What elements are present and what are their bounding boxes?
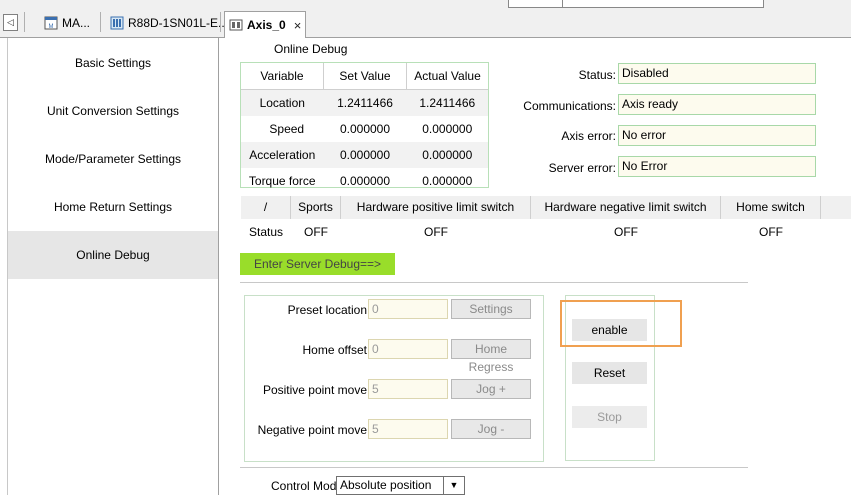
motion-app-icon: M (44, 16, 58, 30)
control-mode-label: Control Mode (271, 479, 344, 493)
sports-status: OFF (304, 225, 328, 239)
table-cell: Torque force (248, 174, 316, 188)
table-cell: 0.000000 (422, 174, 473, 188)
table-cell: Acceleration (241, 142, 324, 168)
sidebar-item-unit-conversion[interactable]: Unit Conversion Settings (8, 104, 218, 118)
highlight-box (560, 300, 682, 347)
tab-divider (220, 12, 221, 32)
positive-move-label: Positive point move (262, 383, 367, 397)
column-header: Hardware negative limit switch (531, 196, 721, 219)
column-header: Home switch (721, 196, 821, 219)
switch-status-grid: / Sports Hardware positive limit switch … (241, 196, 851, 244)
divider (240, 282, 748, 283)
table-row: Speed 0.000000 0.000000 (241, 116, 488, 142)
settings-button[interactable]: Settings (451, 299, 531, 319)
table-row: Location 1.2411466 1.2411466 (241, 89, 488, 116)
online-debug-title: Online Debug (274, 42, 348, 56)
toolbar-field[interactable] (562, 0, 764, 8)
divider (240, 467, 748, 468)
row-header: Status (248, 225, 284, 239)
negative-move-label: Negative point move (257, 423, 367, 437)
positive-limit-status: OFF (424, 225, 448, 239)
enter-server-debug-button[interactable]: Enter Server Debug==> (240, 253, 395, 275)
tab-label: MA... (62, 16, 91, 30)
tab-divider (100, 12, 101, 32)
tab-bar: ◁ M MA... R88D-1SN01L-E... Axis_0 × (0, 8, 851, 38)
close-icon[interactable]: × (294, 18, 302, 33)
communications-field: Axis ready (618, 94, 816, 115)
jog-minus-button[interactable]: Jog - (451, 419, 531, 439)
column-header (821, 196, 851, 219)
table-cell: 0.000000 (339, 122, 391, 136)
table-cell: 0.000000 (323, 142, 407, 168)
table-cell: 1.2411466 (406, 89, 488, 116)
preset-location-label: Preset location (287, 303, 367, 317)
sidebar-item-mode-parameter[interactable]: Mode/Parameter Settings (8, 152, 218, 166)
sidebar-item-label: Home Return Settings (53, 200, 173, 214)
home-regress-button[interactable]: Home Regress (451, 339, 531, 374)
column-header: Sports (291, 196, 341, 219)
variable-table: Variable Set Value Actual Value Location… (240, 62, 489, 188)
svg-text:M: M (49, 24, 54, 30)
column-header: Set Value (323, 63, 407, 90)
axis-error-label: Axis error: (561, 129, 616, 143)
server-error-field: No Error (618, 156, 816, 177)
tab-axis[interactable]: Axis_0 × (224, 11, 307, 38)
sidebar-item-online-debug[interactable]: Online Debug (8, 231, 218, 279)
table-cell: Speed (269, 122, 305, 136)
table-cell: 0.000000 (339, 174, 391, 188)
sidebar-item-label: Online Debug (76, 248, 150, 262)
tab-motion-app[interactable]: M MA... (40, 12, 94, 34)
table-cell: 1.2411466 (323, 89, 407, 116)
sidebar-item-basic-settings[interactable]: Basic Settings (8, 56, 218, 70)
axis-error-field: No error (618, 125, 816, 146)
dropdown-arrow-icon[interactable]: ▼ (443, 477, 464, 494)
tab-label: Axis_0 (247, 18, 286, 32)
table-cell: 0.000000 (422, 122, 473, 136)
column-header: Variable (241, 63, 324, 90)
sidebar-item-label: Mode/Parameter Settings (44, 152, 182, 166)
status-label: Status: (578, 68, 616, 82)
sidebar-item-label: Unit Conversion Settings (46, 104, 180, 118)
tab-divider (24, 12, 25, 32)
tab-scroll-left-button[interactable]: ◁ (3, 14, 18, 31)
servo-drive-icon (110, 16, 124, 30)
control-mode-value: Absolute position (340, 478, 432, 492)
toolbar-strip (0, 0, 851, 8)
home-offset-input[interactable]: 0 (368, 339, 448, 359)
table-row: Acceleration 0.000000 0.000000 (241, 142, 488, 168)
stop-button[interactable]: Stop (572, 406, 647, 428)
negative-move-input[interactable]: 5 (368, 419, 448, 439)
column-header: / (241, 196, 291, 219)
column-header: Hardware positive limit switch (341, 196, 531, 219)
preset-location-input[interactable]: 0 (368, 299, 448, 319)
home-offset-label: Home offset (302, 343, 367, 357)
table-row: Torque force 0.000000 0.000000 (241, 168, 488, 194)
jog-plus-button[interactable]: Jog + (451, 379, 531, 399)
tab-servo-drive[interactable]: R88D-1SN01L-E... (106, 12, 232, 34)
home-switch-status: OFF (759, 225, 783, 239)
positive-move-input[interactable]: 5 (368, 379, 448, 399)
reset-button[interactable]: Reset (572, 362, 647, 384)
negative-limit-status: OFF (614, 225, 638, 239)
server-error-label: Server error: (548, 161, 616, 175)
column-header: Actual Value (406, 63, 488, 90)
sidebar-item-label: Basic Settings (74, 56, 152, 70)
axis-icon (229, 18, 243, 32)
table-cell: Location (241, 89, 324, 116)
communications-label: Communications: (523, 99, 616, 113)
sidebar-item-home-return[interactable]: Home Return Settings (8, 200, 218, 214)
control-mode-select[interactable]: Absolute position ▼ (336, 476, 465, 495)
status-field: Disabled (618, 63, 816, 84)
table-cell: 0.000000 (406, 142, 488, 168)
tab-label: R88D-1SN01L-E... (128, 16, 229, 30)
settings-sidebar: Basic Settings Unit Conversion Settings … (8, 38, 219, 495)
